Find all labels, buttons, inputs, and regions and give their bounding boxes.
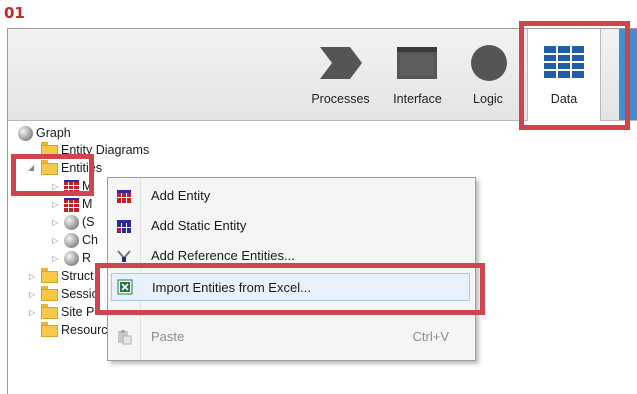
folder-icon [41, 285, 58, 301]
menu-item-paste[interactable]: Paste Ctrl+V [108, 323, 475, 351]
tree-item-structures[interactable]: ▷ Struct [29, 267, 94, 285]
collapsed-arrow-icon: ▷ [52, 236, 59, 245]
menu-item-label: Import Entities from Excel... [152, 280, 311, 295]
ribbon-toolbar: Processes Interface Logic Data [8, 29, 637, 121]
data-button[interactable]: Data [527, 29, 601, 121]
tree-item-sessions[interactable]: ▷ Sessio [29, 285, 99, 303]
folder-icon [41, 321, 58, 337]
reference-entities-icon [117, 250, 131, 262]
tree-item-entity[interactable]: ▷ M [52, 177, 92, 195]
tree-item-label: Graph [36, 126, 71, 140]
expanded-arrow-icon: ◢ [28, 163, 35, 172]
interface-label: Interface [393, 92, 442, 106]
entity-icon [64, 179, 79, 194]
menu-item-label: Paste [151, 329, 185, 344]
tree-item-module[interactable]: ▷ Ch [52, 231, 98, 249]
data-label: Data [550, 92, 578, 106]
tree-item-label: Entity Diagrams [61, 143, 150, 157]
data-grid-icon [544, 46, 584, 78]
folder-icon [41, 303, 58, 319]
tree-item-label: Sessio [61, 287, 99, 301]
ribbon-next-button-edge[interactable] [619, 29, 637, 120]
collapsed-arrow-icon: ▷ [52, 218, 59, 227]
tree-item-site-properties[interactable]: ▷ Site P [29, 303, 94, 321]
logic-label: Logic [473, 92, 503, 106]
tree-item-label: (S [82, 215, 95, 229]
entity-grid-icon [117, 190, 131, 203]
logic-button[interactable]: Logic [455, 29, 521, 120]
tree-item-label: R [82, 251, 92, 265]
tree-item-label: Ch [82, 233, 98, 247]
tree-item-module[interactable]: ▷ R [52, 249, 91, 267]
tree-item-entity-diagrams[interactable]: Entity Diagrams [41, 141, 149, 159]
context-menu: Add Entity Add Static Entity Add Referen… [107, 177, 476, 361]
menu-separator [144, 312, 471, 313]
paste-icon [118, 330, 132, 345]
module-icon [64, 233, 79, 249]
tree-item-entities[interactable]: ◢ Entities [28, 159, 102, 177]
interface-window-icon [397, 47, 437, 79]
collapsed-arrow-icon: ▷ [52, 200, 59, 209]
tree-item-module[interactable]: ▷ (S [52, 213, 95, 231]
process-chevron-icon [320, 47, 362, 79]
tree-item-label: Struct [61, 269, 94, 283]
menu-item-shortcut: Ctrl+V [412, 329, 449, 344]
menu-item-import-entities-from-excel[interactable]: Import Entities from Excel... [111, 273, 470, 301]
processes-button[interactable]: Processes [301, 29, 380, 120]
graph-icon [18, 126, 33, 142]
entity-icon [64, 197, 79, 212]
tree-item-label: M [82, 179, 93, 193]
interface-button[interactable]: Interface [380, 29, 455, 120]
logic-circle-icon [471, 45, 507, 81]
folder-open-icon [41, 159, 58, 175]
application-window: Processes Interface Logic Data Graph Ent… [7, 28, 637, 394]
tree-item-label: Entities [61, 161, 102, 175]
collapsed-arrow-icon: ▷ [52, 182, 59, 191]
step-label: 01 [4, 4, 25, 22]
folder-icon [41, 141, 58, 157]
menu-item-label: Add Reference Entities... [151, 248, 295, 263]
collapsed-arrow-icon: ▷ [29, 308, 36, 317]
menu-item-add-entity[interactable]: Add Entity [108, 182, 475, 210]
tree-item-label: M [82, 197, 93, 211]
collapsed-arrow-icon: ▷ [29, 290, 36, 299]
static-entity-icon [117, 220, 131, 233]
tree-item-graph[interactable]: Graph [18, 124, 71, 142]
collapsed-arrow-icon: ▷ [52, 254, 59, 263]
menu-item-add-static-entity[interactable]: Add Static Entity [108, 212, 475, 240]
processes-label: Processes [311, 92, 370, 106]
tree-item-entity[interactable]: ▷ M [52, 195, 92, 213]
folder-icon [41, 267, 58, 283]
menu-item-add-reference-entities[interactable]: Add Reference Entities... [108, 242, 475, 270]
module-icon [64, 251, 79, 267]
collapsed-arrow-icon: ▷ [29, 272, 36, 281]
menu-item-label: Add Entity [151, 188, 211, 203]
tree-item-label: Site P [61, 305, 95, 319]
excel-icon [117, 279, 133, 295]
menu-item-label: Add Static Entity [151, 218, 247, 233]
module-icon [64, 215, 79, 231]
